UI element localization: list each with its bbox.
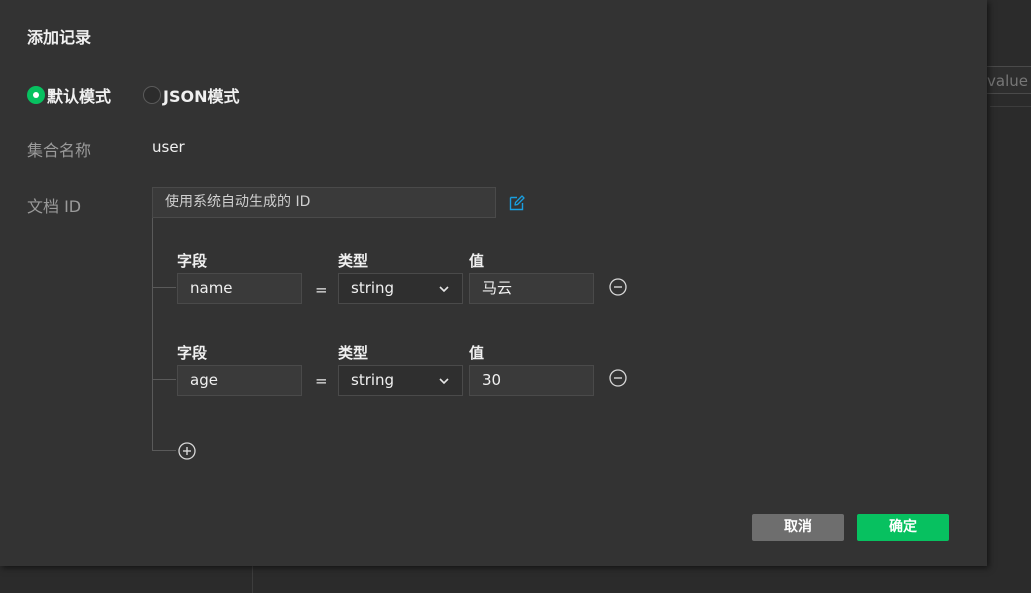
type-header: 类型 xyxy=(338,344,369,362)
background-column-divider xyxy=(252,566,253,593)
type-header: 类型 xyxy=(338,252,369,270)
radio-unchecked-icon xyxy=(143,86,161,104)
remove-field-icon[interactable] xyxy=(608,368,628,388)
json-mode-label: JSON模式 xyxy=(163,87,240,106)
add-record-dialog: 添加记录 默认模式 JSON模式 集合名称 user 文档 ID 使用系统自动生… xyxy=(0,0,987,566)
collection-name-label: 集合名称 xyxy=(27,141,92,160)
json-mode-radio[interactable]: JSON模式 xyxy=(143,84,239,106)
dialog-title: 添加记录 xyxy=(27,28,92,47)
add-field-icon[interactable] xyxy=(177,441,197,461)
field-value-input[interactable]: 马云 xyxy=(469,273,594,304)
tree-branch xyxy=(152,379,176,380)
cancel-button[interactable]: 取消 xyxy=(752,514,844,541)
field-type-value: string xyxy=(351,371,395,389)
value-header: 值 xyxy=(469,252,485,270)
equals-sign: = xyxy=(315,281,328,299)
field-type-select[interactable]: string xyxy=(338,365,463,396)
field-name-input[interactable]: name xyxy=(177,273,302,304)
field-value-input[interactable]: 30 xyxy=(469,365,594,396)
radio-checked-icon xyxy=(27,86,45,104)
chevron-down-icon xyxy=(439,286,449,293)
confirm-button[interactable]: 确定 xyxy=(857,514,949,541)
field-name-input[interactable]: age xyxy=(177,365,302,396)
doc-id-label: 文档 ID xyxy=(27,197,82,216)
value-header: 值 xyxy=(469,344,485,362)
default-mode-label: 默认模式 xyxy=(47,87,112,106)
background-divider xyxy=(990,106,1031,107)
field-type-select[interactable]: string xyxy=(338,273,463,304)
default-mode-radio[interactable]: 默认模式 xyxy=(27,84,111,106)
collection-name-value: user xyxy=(152,138,185,156)
edit-icon[interactable] xyxy=(508,194,526,212)
tree-branch xyxy=(152,450,176,451)
background-value-field: value 白 xyxy=(980,66,1031,94)
remove-field-icon[interactable] xyxy=(608,277,628,297)
tree-branch xyxy=(152,287,176,288)
equals-sign: = xyxy=(315,372,328,390)
field-header: 字段 xyxy=(177,344,208,362)
field-header: 字段 xyxy=(177,252,208,270)
tree-line xyxy=(152,218,153,451)
chevron-down-icon xyxy=(439,378,449,385)
field-type-value: string xyxy=(351,279,395,297)
doc-id-input[interactable]: 使用系统自动生成的 ID xyxy=(152,187,496,218)
